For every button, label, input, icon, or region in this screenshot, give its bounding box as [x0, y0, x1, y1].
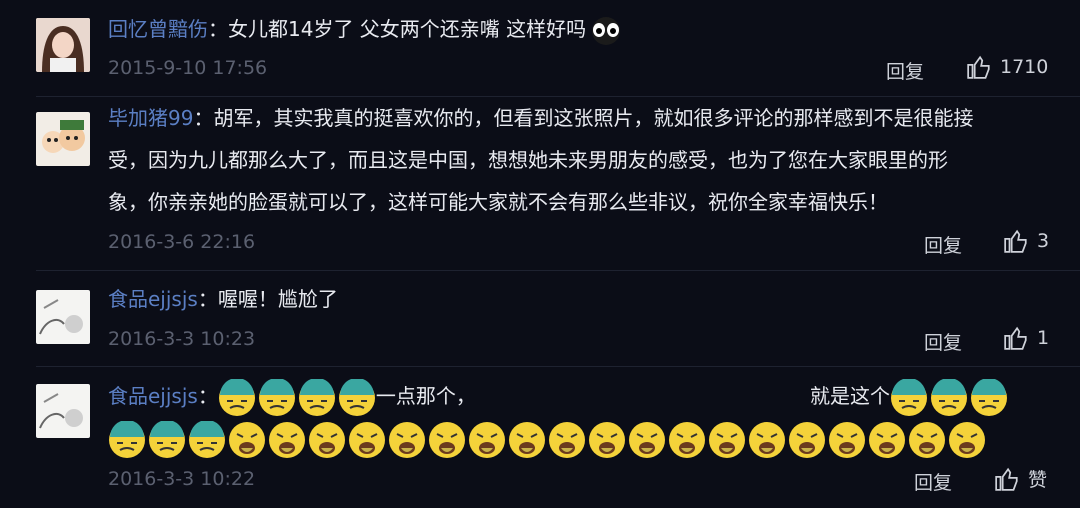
vomit-emoji-icon [469, 421, 505, 458]
like-button[interactable]: 赞 [994, 465, 1047, 492]
vomit-emoji-icon [229, 421, 265, 458]
vomit-emoji-icon [789, 421, 825, 458]
sweat-emoji-icon [971, 378, 1007, 416]
thumbs-up-icon [995, 467, 1018, 491]
reply-button[interactable]: 回复 [914, 468, 952, 495]
thumbs-up-icon [967, 55, 990, 79]
comment-text: 象，你亲亲她的脸蛋就可以了，这样可能大家就不会有那么些非议，祝你全家幸福快乐！ [108, 190, 888, 214]
vomit-emoji-icon [909, 421, 945, 458]
username-link[interactable]: 食品ejjsjs [108, 384, 198, 408]
reply-button[interactable]: 回复 [886, 57, 924, 84]
like-count: 3 [1037, 230, 1050, 252]
divider [36, 270, 1080, 271]
vomit-emoji-icon [309, 421, 345, 458]
divider [36, 366, 1080, 367]
eyes-emoji-icon [592, 16, 621, 45]
emoji-group [890, 378, 1008, 417]
username-link[interactable]: 毕加猪99 [108, 106, 193, 130]
avatar[interactable] [36, 384, 90, 438]
thumbs-up-icon [1004, 326, 1027, 350]
sweat-emoji-icon [149, 420, 185, 458]
comment-text: 受，因为九儿都那么大了，而且这是中国，想想她未来男朋友的感受，也为了您在大家眼里… [108, 148, 948, 172]
timestamp: 2016-3-3 10:22 [108, 468, 256, 490]
comment-line: 回忆曾黯伤：女儿都14岁了 父女两个还亲嘴 这样好吗 [108, 12, 1052, 46]
username-link[interactable]: 食品ejjsjs [108, 287, 198, 311]
like-count: 1 [1037, 327, 1050, 349]
like-button[interactable]: 3 [1003, 228, 1049, 254]
divider [36, 96, 1080, 97]
like-label: 赞 [1028, 469, 1048, 491]
comment-line: 食品ejjsjs：喔喔！尴尬了 [108, 287, 338, 311]
sweat-emoji-icon [338, 378, 375, 416]
vomit-emoji-icon [629, 421, 665, 458]
comment-text: 喔喔！尴尬了 [217, 287, 338, 311]
comment-text: 胡军，其实我真的挺喜欢你的，但看到这张照片，就如很多评论的那样感到不是很能接 [213, 106, 974, 130]
comment-line: 毕加猪99：胡军，其实我真的挺喜欢你的，但看到这张照片，就如很多评论的那样感到不… [108, 106, 974, 130]
vomit-emoji-icon [549, 421, 585, 458]
reply-button[interactable]: 回复 [924, 328, 962, 355]
vomit-emoji-icon [829, 421, 865, 458]
sweat-emoji-icon [298, 378, 335, 416]
avatar[interactable] [36, 112, 90, 166]
timestamp: 2016-3-3 10:23 [108, 328, 256, 350]
sweat-emoji-icon [218, 378, 255, 416]
sweat-emoji-icon [931, 378, 967, 416]
like-button[interactable]: 1 [1003, 325, 1049, 351]
comment-text: 女儿都14岁了 父女两个还亲嘴 这样好吗 [228, 17, 587, 41]
timestamp: 2016-3-6 22:16 [108, 231, 256, 253]
timestamp: 2015-9-10 17:56 [108, 57, 268, 79]
sweat-emoji-icon [109, 420, 145, 458]
like-button[interactable]: 1710 [966, 54, 1048, 80]
vomit-emoji-icon [869, 421, 905, 458]
vomit-emoji-icon [949, 421, 985, 458]
emoji-line [108, 418, 1052, 458]
vomit-emoji-icon [589, 421, 625, 458]
emoji-group [218, 378, 376, 417]
like-count: 1710 [1000, 56, 1049, 78]
avatar[interactable] [36, 18, 90, 72]
reply-button[interactable]: 回复 [924, 231, 962, 258]
emoji-group [108, 420, 986, 459]
vomit-emoji-icon [509, 421, 545, 458]
vomit-emoji-icon [429, 421, 465, 458]
avatar[interactable] [36, 290, 90, 344]
comment-text: 一点那个， [375, 384, 476, 408]
vomit-emoji-icon [709, 421, 745, 458]
comment-text: 就是这个 [810, 384, 890, 408]
vomit-emoji-icon [349, 421, 385, 458]
thumbs-up-icon [1004, 229, 1027, 253]
sweat-emoji-icon [189, 420, 225, 458]
vomit-emoji-icon [389, 421, 425, 458]
sweat-emoji-icon [258, 378, 295, 416]
sweat-emoji-icon [891, 378, 927, 416]
vomit-emoji-icon [749, 421, 785, 458]
vomit-emoji-icon [669, 421, 705, 458]
vomit-emoji-icon [269, 421, 305, 458]
comment-line: 就是这个 [810, 376, 1008, 416]
username-link[interactable]: 回忆曾黯伤 [108, 17, 208, 41]
